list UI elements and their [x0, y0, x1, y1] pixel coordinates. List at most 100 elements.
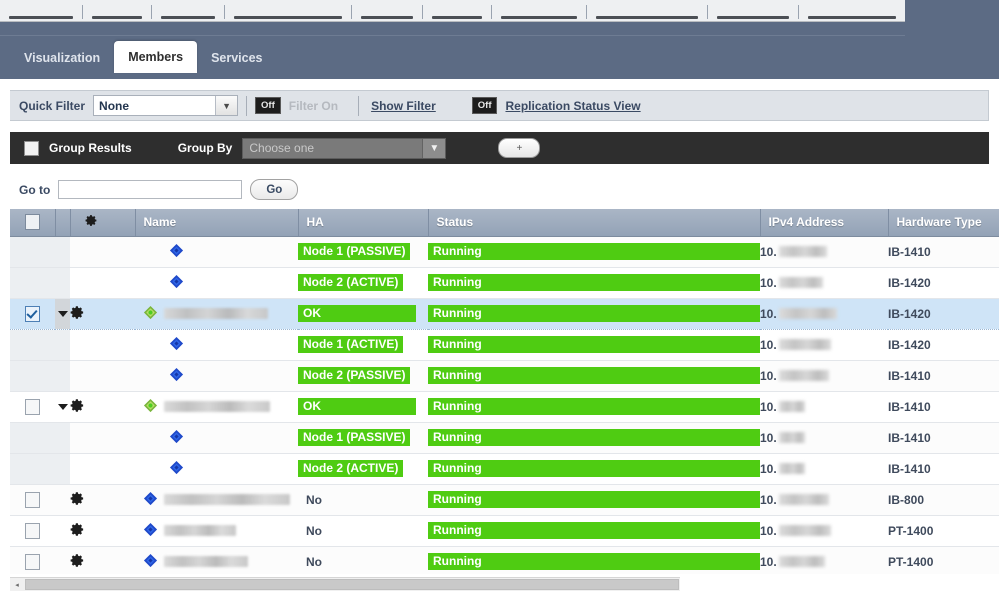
row-checkbox[interactable]	[25, 305, 40, 322]
column-header-gear[interactable]	[70, 209, 136, 237]
row-expand-cell	[55, 422, 70, 454]
row-expand-cell[interactable]	[55, 297, 70, 330]
ipv4-cell: 10.	[760, 297, 888, 330]
row-expand-cell[interactable]	[55, 391, 70, 423]
status-badge: Running	[428, 553, 760, 570]
gear-icon[interactable]	[85, 214, 98, 230]
row-select-cell[interactable]	[10, 515, 55, 547]
row-actions-cell[interactable]	[70, 546, 135, 574]
column-header-status[interactable]: Status	[428, 209, 761, 237]
member-diamond-icon	[169, 367, 184, 385]
table-row[interactable]: No Running 10. PT-1400	[10, 515, 999, 547]
table-row[interactable]: No Running 10. PT-1400	[10, 546, 999, 574]
gear-icon[interactable]	[70, 522, 85, 540]
row-checkbox[interactable]	[25, 522, 40, 539]
hardware-type-cell: IB-1410	[888, 360, 999, 392]
name-value-redacted	[164, 494, 290, 505]
row-checkbox[interactable]	[25, 553, 40, 570]
menu-item-9[interactable]	[799, 0, 905, 21]
table-row[interactable]: Node 2 (ACTIVE) Running 10. IB-1420	[10, 267, 999, 299]
ha-cell: Node 2 (ACTIVE)	[298, 453, 428, 485]
ipv4-prefix: 10.	[760, 275, 777, 290]
column-header-chk[interactable]	[10, 209, 56, 237]
gear-icon[interactable]	[70, 553, 85, 571]
ipv4-prefix: 10.	[760, 306, 777, 321]
row-select-cell	[10, 329, 55, 361]
hardware-type-cell: PT-1400	[888, 546, 999, 574]
ipv4-value-redacted	[778, 400, 805, 412]
column-header-ip[interactable]: IPv4 Address	[760, 209, 889, 237]
select-all-checkbox[interactable]	[24, 214, 40, 231]
column-header-label: Hardware Type	[896, 215, 982, 230]
table-row[interactable]: Node 2 (PASSIVE) Running 10. IB-1410	[10, 360, 999, 392]
group-by-select[interactable]: Choose one ▼	[242, 137, 447, 159]
scrollbar-thumb[interactable]	[25, 579, 679, 590]
table-body: Node 1 (PASSIVE) Running 10. IB-1410 Node 2 …	[10, 236, 999, 574]
table-row[interactable]: Node 1 (PASSIVE) Running 10. IB-1410	[10, 236, 999, 268]
column-header-ha[interactable]: HA	[298, 209, 429, 237]
table-row[interactable]: Node 1 (ACTIVE) Running 10. IB-1420	[10, 329, 999, 361]
menu-item-0[interactable]	[0, 0, 82, 21]
group-results-checkbox[interactable]	[24, 140, 39, 156]
status-badge: Running	[428, 243, 760, 260]
table-row[interactable]: Node 2 (ACTIVE) Running 10. IB-1410	[10, 453, 999, 485]
menu-item-5[interactable]	[423, 0, 491, 21]
quick-filter-label: Quick Filter	[19, 98, 86, 113]
table-row[interactable]: Node 1 (PASSIVE) Running 10. IB-1410	[10, 422, 999, 454]
chevron-down-icon[interactable]	[57, 404, 68, 411]
member-diamond-icon	[169, 336, 184, 354]
goto-label: Go to	[19, 182, 51, 197]
goto-input[interactable]	[58, 180, 243, 199]
name-value-redacted	[164, 401, 270, 412]
quick-filter-select[interactable]: None ▼	[93, 95, 239, 116]
chevron-down-icon[interactable]: ▼	[422, 138, 446, 158]
row-expand-cell	[55, 236, 70, 268]
row-actions-cell[interactable]	[70, 391, 135, 423]
row-select-cell[interactable]	[10, 484, 55, 516]
gear-icon[interactable]	[70, 491, 85, 509]
ha-cell: No	[298, 484, 428, 516]
row-select-cell[interactable]	[10, 546, 55, 574]
divider	[246, 95, 248, 116]
gear-icon[interactable]	[70, 305, 85, 323]
go-button[interactable]: Go	[250, 179, 299, 200]
table-row[interactable]: No Running 10. IB-800	[10, 484, 999, 516]
chevron-down-icon[interactable]: ▼	[215, 96, 238, 115]
tab-services[interactable]: Services	[197, 43, 276, 73]
menu-item-4[interactable]	[352, 0, 422, 21]
members-table: Name HA Status IPv4 Address Hardware Type No…	[10, 209, 999, 574]
replication-status-toggle[interactable]: Off	[471, 96, 498, 115]
menu-item-8[interactable]	[708, 0, 798, 21]
menu-item-7[interactable]	[587, 0, 707, 21]
row-checkbox[interactable]	[25, 398, 40, 415]
menu-item-6[interactable]	[492, 0, 586, 21]
column-header-name[interactable]: Name	[135, 209, 299, 237]
horizontal-scrollbar[interactable]: ◂	[10, 577, 680, 591]
row-actions-cell[interactable]	[70, 297, 135, 330]
menu-item-1[interactable]	[83, 0, 151, 21]
row-actions-cell	[70, 360, 135, 392]
row-select-cell[interactable]	[10, 297, 55, 330]
row-actions-cell[interactable]	[70, 515, 135, 547]
status-badge: Running	[428, 305, 760, 322]
column-header-exp[interactable]	[55, 209, 71, 237]
replication-status-view-link[interactable]: Replication Status View	[505, 99, 640, 113]
hardware-type-cell: IB-1420	[888, 267, 999, 299]
scroll-left-arrow[interactable]: ◂	[10, 578, 24, 592]
row-checkbox[interactable]	[25, 491, 40, 508]
table-row[interactable]: OK Running 10. IB-1420	[10, 297, 999, 330]
row-actions-cell[interactable]	[70, 484, 135, 516]
column-header-hw[interactable]: Hardware Type	[888, 209, 999, 237]
chevron-down-icon[interactable]	[57, 311, 68, 318]
tab-members[interactable]: Members	[114, 41, 198, 73]
add-group-button[interactable]: +	[498, 138, 541, 158]
table-row[interactable]: OK Running 10. IB-1410	[10, 391, 999, 423]
row-select-cell[interactable]	[10, 391, 55, 423]
menu-item-2[interactable]	[152, 0, 224, 21]
show-filter-link[interactable]: Show Filter	[371, 99, 436, 113]
gear-icon[interactable]	[70, 398, 85, 416]
filter-on-toggle[interactable]: Off	[255, 96, 281, 115]
hardware-type-cell: IB-1420	[888, 329, 999, 361]
menu-item-3[interactable]	[225, 0, 351, 21]
tab-visualization[interactable]: Visualization	[10, 43, 114, 73]
